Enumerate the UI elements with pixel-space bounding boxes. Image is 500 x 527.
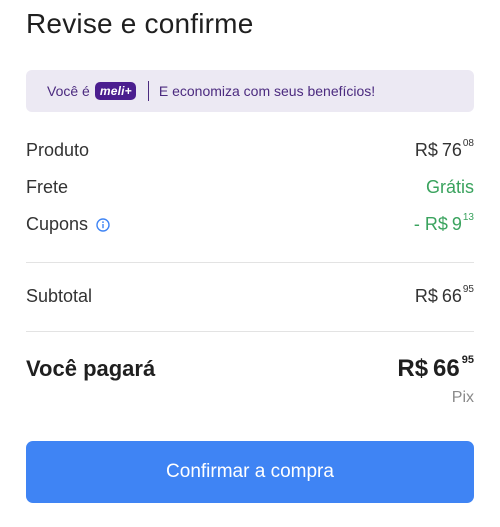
summary-row-frete: Frete Grátis: [26, 177, 474, 198]
total-currency: R$: [397, 355, 429, 382]
frete-label: Frete: [26, 177, 69, 197]
meli-plus-badge: meli+: [94, 82, 136, 100]
subtotal-cents: 95: [462, 284, 474, 295]
confirm-purchase-button[interactable]: Confirmar a compra: [26, 441, 474, 503]
divider: [26, 331, 474, 332]
total-price: R$ 66 95: [397, 354, 474, 383]
banner-message: E economiza com seus benefícios!: [158, 83, 376, 99]
produto-cents: 08: [462, 138, 474, 149]
payment-method: Pix: [451, 389, 474, 406]
summary-row-cupons: Cupons - R$ 9 13: [26, 212, 474, 235]
subtotal-price: R$ 66 95: [414, 284, 474, 307]
summary-row-subtotal: Subtotal R$ 66 95: [26, 284, 474, 307]
banner-divider: [147, 81, 149, 101]
summary-row-produto: Produto R$ 76 08: [26, 138, 474, 161]
meli-plus-banner: Você é meli+ E economiza com seus benefí…: [26, 70, 474, 112]
produto-integer: 76: [441, 140, 462, 160]
produto-label: Produto: [26, 140, 90, 160]
total-integer: 66: [433, 355, 460, 382]
info-icon[interactable]: [96, 217, 110, 232]
banner-prefix: Você é: [47, 83, 90, 99]
page-title: Revise e confirme: [26, 8, 254, 39]
produto-price: R$ 76 08: [414, 138, 474, 161]
subtotal-label: Subtotal: [26, 286, 93, 306]
total-label: Você pagará: [26, 356, 156, 381]
cupons-integer: 9: [451, 214, 462, 234]
total-cents: 95: [461, 354, 474, 366]
cupons-currency: - R$: [413, 214, 448, 234]
produto-currency: R$: [414, 140, 438, 160]
cupons-price: - R$ 9 13: [413, 212, 474, 235]
cupons-label-group: Cupons: [26, 214, 110, 235]
total-row: Você pagará R$ 66 95: [26, 354, 474, 383]
divider: [26, 262, 474, 263]
frete-value: Grátis: [425, 177, 474, 197]
subtotal-integer: 66: [441, 286, 462, 306]
subtotal-currency: R$: [414, 286, 438, 306]
cupons-label: Cupons: [26, 214, 89, 234]
cupons-cents: 13: [462, 212, 474, 223]
